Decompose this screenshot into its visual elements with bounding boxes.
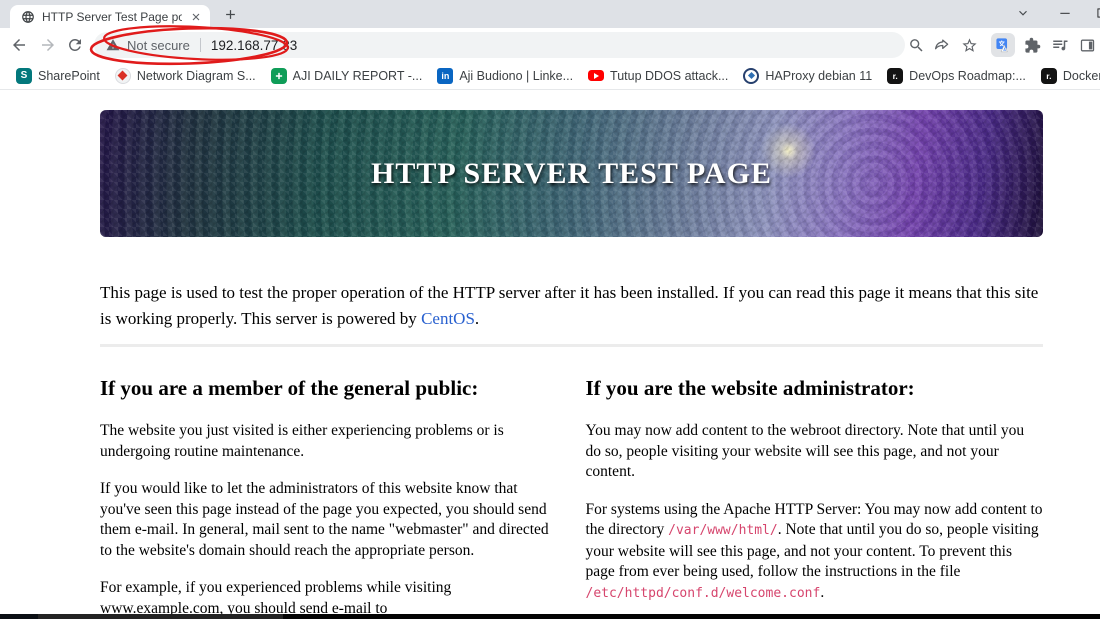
bookmark-docker-roadmap[interactable]: r. Docker Roadmap -...: [1035, 65, 1100, 87]
admin-paragraph-apache: For systems using the Apache HTTP Server…: [586, 500, 1044, 605]
browser-tab[interactable]: HTTP Server Test Page powered: [10, 5, 210, 28]
tab-strip: HTTP Server Test Page powered: [0, 0, 1100, 28]
page-content: HTTP SERVER TEST PAGE This page is used …: [0, 91, 1100, 619]
linkedin-icon: in: [437, 67, 454, 84]
bookmark-label: AJI DAILY REPORT -...: [292, 68, 423, 83]
public-paragraph-1: The website you just visited is either e…: [100, 422, 504, 460]
bookmark-haproxy[interactable]: HAProxy debian 11: [737, 65, 878, 87]
sharepoint-icon: S: [16, 67, 32, 84]
bookmark-label: DevOps Roadmap:...: [909, 68, 1026, 83]
bookmark-label: Aji Budiono | Linke...: [459, 68, 574, 83]
centos-link[interactable]: CentOS: [421, 309, 475, 328]
welcome-conf-code: /etc/httpd/conf.d/welcome.conf: [585, 585, 821, 601]
horizontal-rule: [100, 344, 1043, 347]
security-status-label: Not secure: [127, 37, 190, 53]
google-translate-icon[interactable]: [991, 33, 1015, 57]
url-text[interactable]: 192.168.77.83: [211, 38, 297, 53]
bookmark-linkedin[interactable]: in Aji Budiono | Linke...: [431, 65, 579, 87]
administrator-heading: If you are the website administrator:: [585, 376, 915, 400]
two-column-section: If you are a member of the general publi…: [100, 370, 1043, 619]
bookmark-label: Network Diagram S...: [136, 68, 256, 83]
address-bar[interactable]: Not secure 192.168.77.83: [94, 32, 905, 58]
public-paragraph-2: If you would like to let the administrat…: [100, 480, 549, 559]
browser-toolbar: Not secure 192.168.77.83: [0, 28, 1100, 62]
google-sheets-icon: [270, 67, 287, 84]
intro-text: This page is used to test the proper ope…: [100, 283, 1039, 328]
drawio-icon: [114, 67, 131, 84]
reload-button[interactable]: [66, 36, 84, 54]
browser-window: HTTP Server Test Page powered: [0, 0, 1100, 619]
bookmark-sharepoint[interactable]: S SharePoint: [10, 65, 106, 87]
globe-favicon-icon: [20, 9, 36, 25]
taskbar-edge: [0, 614, 1100, 619]
bookmark-label: Tutup DDOS attack...: [610, 68, 729, 83]
window-minimize-button[interactable]: [1056, 4, 1074, 22]
admin-paragraph-1: You may now add content to the webroot d…: [585, 422, 1025, 480]
bookmark-label: SharePoint: [38, 68, 100, 83]
new-tab-button[interactable]: [222, 6, 239, 23]
bookmarks-bar: S SharePoint Network Diagram S... AJI DA…: [0, 62, 1100, 90]
tab-search-chevron-icon[interactable]: [1014, 4, 1032, 22]
bookmark-aji-daily-report[interactable]: AJI DAILY REPORT -...: [265, 65, 429, 87]
intro-text-end: .: [474, 309, 480, 328]
public-paragraph-3: For example, if you experienced problems…: [100, 579, 452, 617]
share-icon[interactable]: [930, 33, 954, 57]
intro-paragraph: This page is used to test the proper ope…: [100, 280, 1041, 332]
playlist-extension-icon[interactable]: [1048, 33, 1072, 57]
bookmark-devops-roadmap[interactable]: r. DevOps Roadmap:...: [881, 65, 1032, 87]
back-button[interactable]: [10, 36, 28, 54]
bookmark-label: HAProxy debian 11: [765, 68, 873, 83]
bookmark-star-icon[interactable]: [957, 33, 981, 57]
roadmap-icon: r.: [1040, 67, 1057, 84]
haproxy-icon: [743, 67, 760, 84]
administrator-column: If you are the website administrator: Yo…: [586, 370, 1044, 619]
side-panel-icon[interactable]: [1075, 33, 1099, 57]
apache-text-3: .: [820, 583, 825, 601]
general-public-heading: If you are a member of the general publi…: [100, 376, 479, 400]
not-secure-warning-icon[interactable]: [106, 38, 120, 52]
bookmark-label: Docker Roadmap -...: [1062, 68, 1100, 83]
tab-close-icon[interactable]: [188, 9, 204, 25]
page-title: HTTP SERVER TEST PAGE: [371, 156, 772, 190]
general-public-column: If you are a member of the general publi…: [100, 370, 558, 619]
search-icon[interactable]: [904, 33, 928, 57]
bookmark-network-diagram[interactable]: Network Diagram S...: [109, 65, 262, 87]
roadmap-icon: r.: [887, 67, 904, 84]
extensions-puzzle-icon[interactable]: [1020, 33, 1044, 57]
apache-path-code: /var/www/html/: [668, 523, 778, 538]
test-page-banner: HTTP SERVER TEST PAGE: [100, 110, 1043, 237]
window-maximize-button[interactable]: [1093, 4, 1100, 22]
tab-title: HTTP Server Test Page powered: [42, 9, 182, 24]
youtube-icon: [588, 68, 605, 84]
omnibox-divider: [199, 38, 201, 52]
forward-button[interactable]: [39, 36, 57, 54]
bookmark-youtube[interactable]: Tutup DDOS attack...: [582, 65, 734, 87]
